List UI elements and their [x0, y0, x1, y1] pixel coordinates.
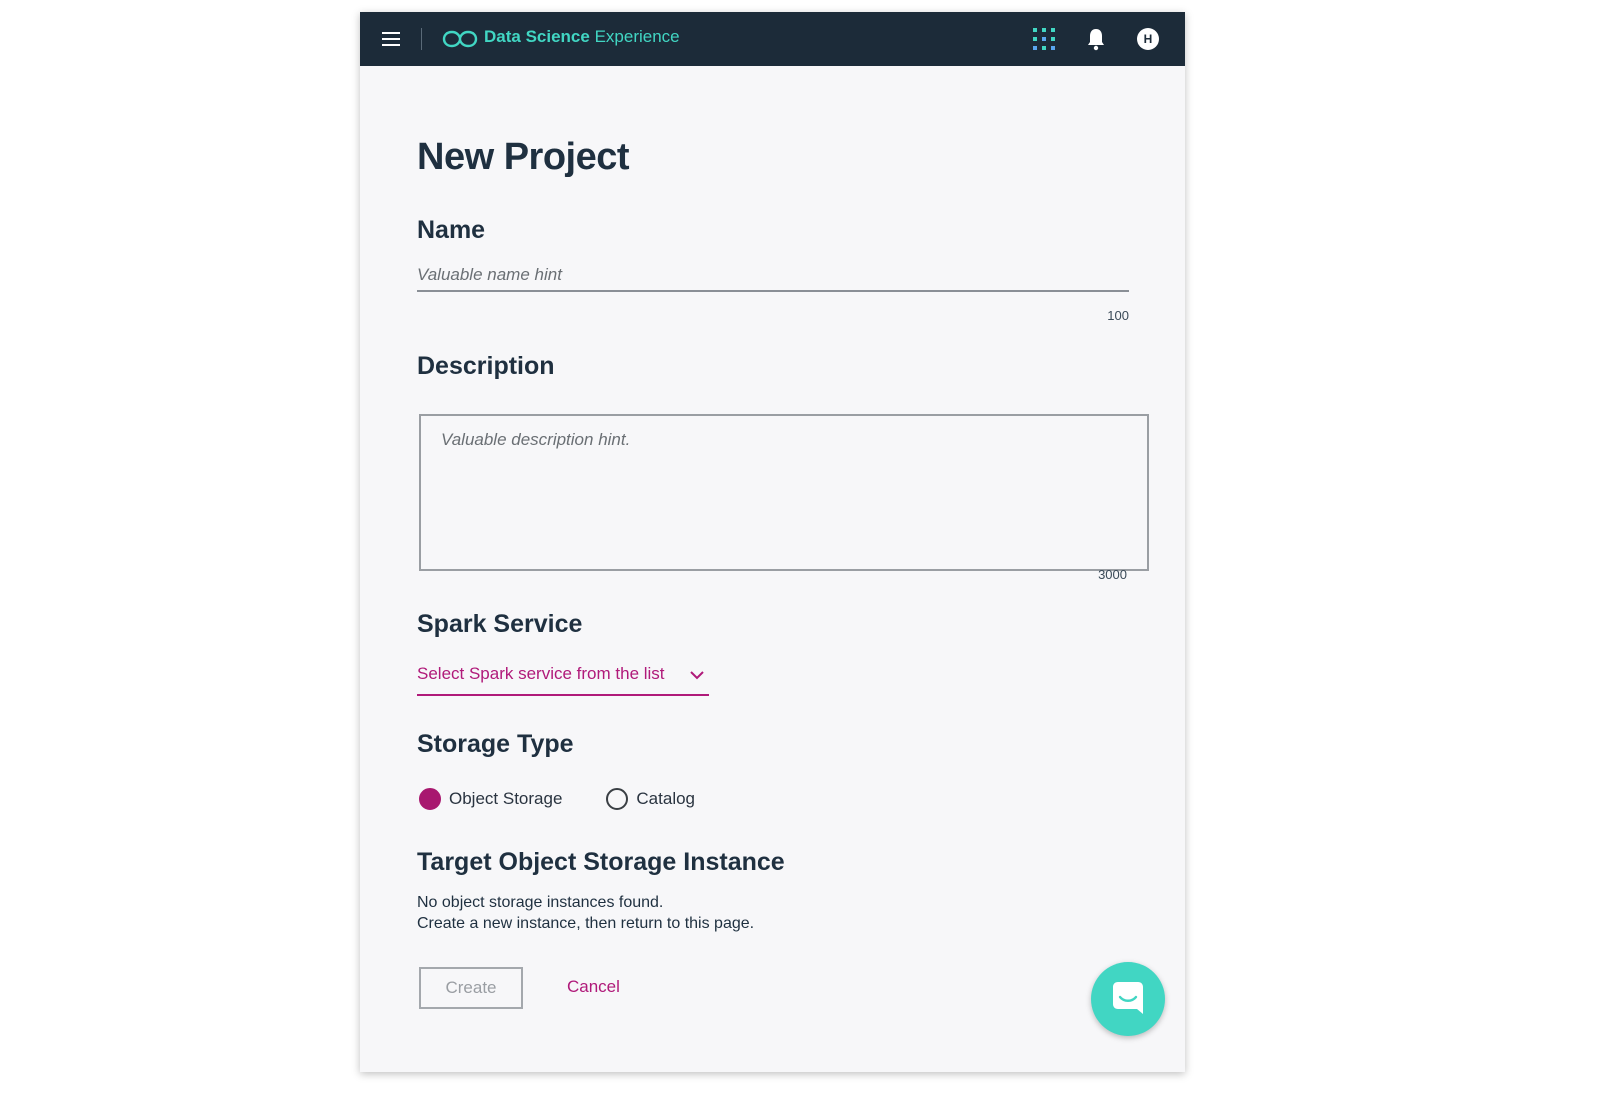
target-storage-label: Target Object Storage Instance	[417, 848, 785, 876]
name-input[interactable]	[417, 260, 1129, 292]
user-avatar[interactable]: H	[1137, 28, 1159, 50]
brand-name-light: Experience	[594, 27, 680, 46]
app-window: Data Science Experience H New Project Na…	[360, 12, 1185, 1072]
grid-apps-icon[interactable]	[1033, 28, 1055, 50]
radio-label: Object Storage	[449, 789, 563, 808]
spark-service-dropdown[interactable]: Select Spark service from the list	[417, 662, 709, 696]
radio-catalog[interactable]: Catalog	[606, 788, 695, 810]
brand-name[interactable]: Data Science Experience	[484, 27, 680, 47]
storage-type-radio-group: Object Storage Catalog	[419, 786, 739, 812]
storage-type-label: Storage Type	[417, 730, 574, 758]
create-button[interactable]: Create	[419, 967, 523, 1009]
bell-icon[interactable]	[1086, 27, 1106, 51]
create-instance-hint: Create a new instance, then return to th…	[417, 915, 755, 932]
top-navigation-bar: Data Science Experience H	[360, 12, 1185, 66]
brand-name-bold: Data Science	[484, 27, 590, 46]
chat-bubble-icon	[1113, 982, 1143, 1014]
radio-object-storage[interactable]: Object Storage	[419, 788, 562, 810]
radio-checked-icon	[419, 788, 441, 810]
radio-unchecked-icon	[606, 788, 629, 810]
infinity-logo-icon	[442, 30, 478, 48]
cancel-button[interactable]: Cancel	[567, 977, 620, 997]
chat-support-button[interactable]	[1091, 962, 1165, 1036]
description-textarea[interactable]	[419, 414, 1149, 571]
chevron-down-icon	[690, 671, 704, 680]
spark-service-selected: Select Spark service from the list	[417, 664, 665, 683]
no-instances-message: No object storage instances found.	[417, 894, 664, 911]
name-label: Name	[417, 216, 486, 244]
name-char-limit: 100	[1107, 308, 1129, 323]
spark-service-label: Spark Service	[417, 610, 583, 638]
description-char-limit: 3000	[1098, 567, 1127, 582]
header-divider	[421, 28, 422, 50]
page-title: New Project	[417, 136, 630, 178]
hamburger-menu-icon[interactable]	[382, 31, 400, 47]
radio-label: Catalog	[636, 789, 696, 808]
description-label: Description	[417, 352, 555, 380]
